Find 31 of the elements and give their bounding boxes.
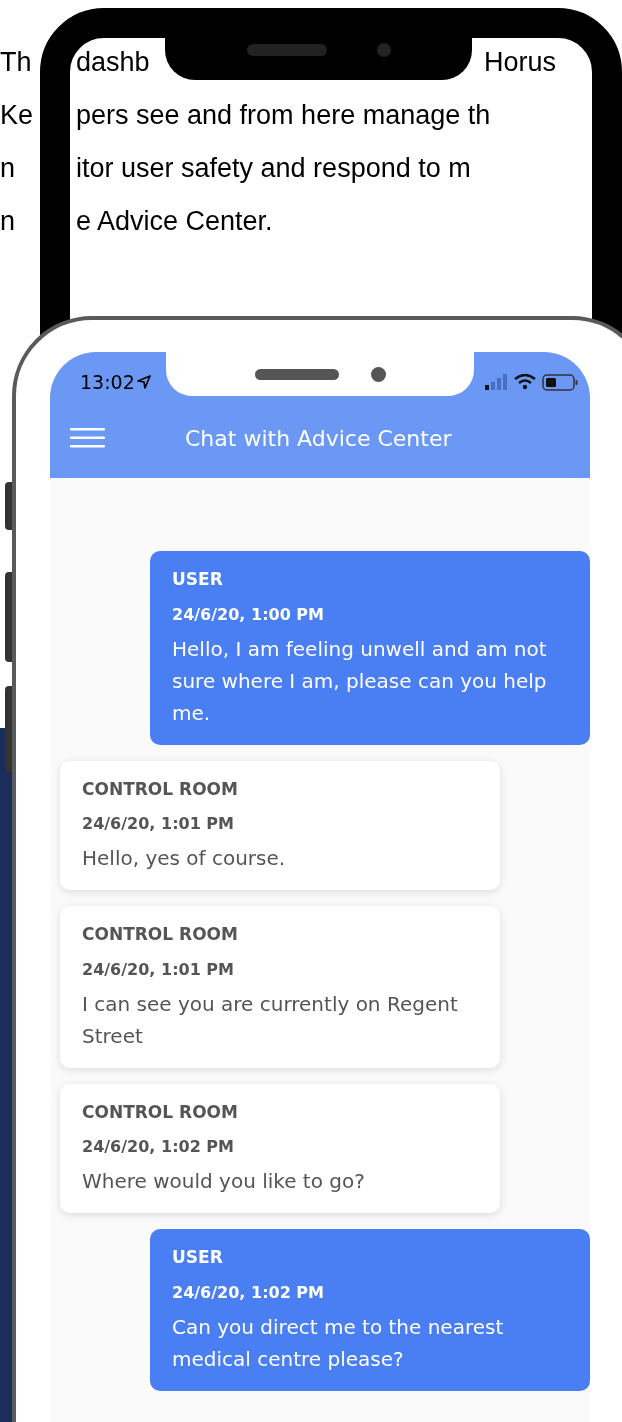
- message-time: 24/6/20, 1:00 PM: [172, 603, 325, 626]
- message-text: Can you direct me to the nearest medical centre please?: [172, 1313, 505, 1373]
- paragraph-line: itor user safety and respond to m: [76, 152, 471, 186]
- paragraph-line: e Advice Center.: [76, 205, 273, 239]
- paragraph-fragment: Th: [0, 46, 33, 80]
- battery-icon: [542, 373, 578, 391]
- header-title: Chat with Advice Center: [185, 424, 452, 453]
- message-time: 24/6/20, 1:01 PM: [82, 813, 235, 835]
- paragraph-fragment: n: [0, 205, 17, 239]
- message-text: Hello, I am feeling unwell and am not sure where I am, please can you help me.: [172, 635, 548, 727]
- message-sender: CONTROL ROOM: [82, 923, 239, 946]
- status-time: 13:02: [80, 369, 135, 395]
- location-arrow-icon: [136, 375, 151, 389]
- wifi-icon: [514, 374, 536, 390]
- message-time: 24/6/20, 1:02 PM: [82, 1136, 235, 1158]
- message-text: Where would you like to go?: [82, 1168, 366, 1195]
- paragraph-fragment: n: [0, 152, 17, 186]
- message-sender: USER: [172, 568, 224, 591]
- paragraph-fragment: Ke: [0, 99, 35, 133]
- message-text: I can see you are currently on Regent Street: [82, 990, 459, 1050]
- message-time: 24/6/20, 1:01 PM: [82, 958, 235, 981]
- paragraph-line: dashb: [76, 46, 150, 80]
- paragraph-line: Horus: [483, 46, 556, 80]
- message-sender: USER: [172, 1246, 224, 1269]
- paragraph-line: pers see and from here manage th: [76, 99, 491, 133]
- signal-icon: [484, 374, 508, 390]
- message-text: Hello, yes of course.: [82, 845, 287, 872]
- message-sender: CONTROL ROOM: [82, 777, 239, 801]
- message-sender: CONTROL ROOM: [82, 1100, 239, 1124]
- menu-icon[interactable]: [70, 427, 105, 449]
- message-time: 24/6/20, 1:02 PM: [172, 1281, 325, 1304]
